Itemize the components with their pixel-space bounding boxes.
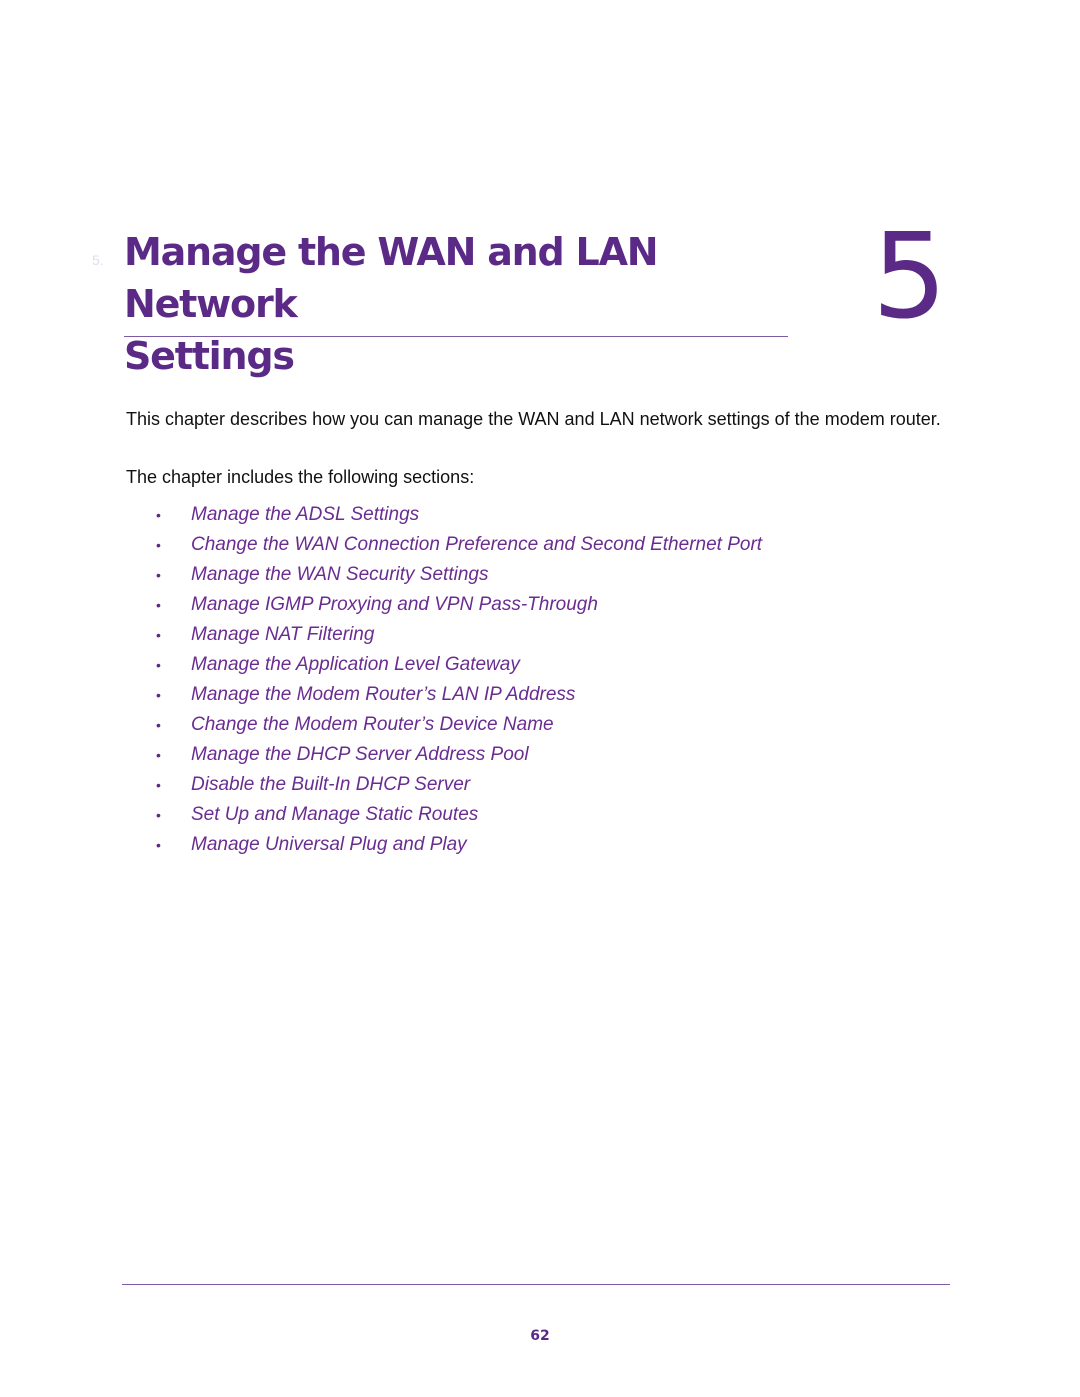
chapter-number: 5 (872, 207, 948, 345)
chapter-title-line-2: Settings (124, 334, 295, 378)
section-link-device-name[interactable]: Change the Modem Router’s Device Name (191, 712, 554, 738)
section-link-adsl-settings[interactable]: Manage the ADSL Settings (191, 502, 419, 528)
section-link-lan-ip[interactable]: Manage the Modem Router’s LAN IP Address (191, 682, 575, 708)
section-link-static-routes[interactable]: Set Up and Manage Static Routes (191, 802, 478, 828)
list-item: • Manage the WAN Security Settings (156, 560, 762, 590)
bullet-icon: • (156, 807, 161, 823)
section-link-wan-security[interactable]: Manage the WAN Security Settings (191, 562, 488, 588)
list-item: • Disable the Built-In DHCP Server (156, 770, 762, 800)
list-item: • Manage the DHCP Server Address Pool (156, 740, 762, 770)
section-link-dhcp-pool[interactable]: Manage the DHCP Server Address Pool (191, 742, 529, 768)
section-link-disable-dhcp[interactable]: Disable the Built-In DHCP Server (191, 772, 470, 798)
bullet-icon: • (156, 837, 161, 853)
section-link-wan-connection-preference[interactable]: Change the WAN Connection Preference and… (191, 532, 762, 558)
title-divider (124, 336, 788, 337)
bullet-icon: • (156, 717, 161, 733)
list-item: • Set Up and Manage Static Routes (156, 800, 762, 830)
section-link-nat-filtering[interactable]: Manage NAT Filtering (191, 622, 374, 648)
bullet-icon: • (156, 507, 161, 523)
section-list: • Manage the ADSL Settings • Change the WA… (156, 500, 762, 860)
list-item: • Manage the ADSL Settings (156, 500, 762, 530)
bullet-icon: • (156, 747, 161, 763)
bullet-icon: • (156, 537, 161, 553)
list-item: • Manage IGMP Proxying and VPN Pass-Throu… (156, 590, 762, 620)
section-link-upnp[interactable]: Manage Universal Plug and Play (191, 832, 467, 858)
intro-paragraph: This chapter describes how you can manag… (126, 409, 941, 429)
bullet-icon: • (156, 627, 161, 643)
section-link-alg[interactable]: Manage the Application Level Gateway (191, 652, 520, 678)
includes-paragraph: The chapter includes the following secti… (126, 467, 475, 487)
chapter-title: Manage the WAN and LAN Network Settings (124, 226, 804, 382)
list-item: • Manage the Application Level Gateway (156, 650, 762, 680)
bullet-icon: • (156, 657, 161, 673)
bullet-icon: • (156, 597, 161, 613)
list-item: • Manage Universal Plug and Play (156, 830, 762, 860)
footer-divider (122, 1284, 950, 1285)
bullet-icon: • (156, 687, 161, 703)
list-item: • Manage NAT Filtering (156, 620, 762, 650)
section-link-igmp-vpn[interactable]: Manage IGMP Proxying and VPN Pass-Throug… (191, 592, 598, 618)
list-item: • Change the Modem Router’s Device Name (156, 710, 762, 740)
bullet-icon: • (156, 567, 161, 583)
list-item: • Change the WAN Connection Preference an… (156, 530, 762, 560)
bullet-icon: • (156, 777, 161, 793)
list-item: • Manage the Modem Router’s LAN IP Addres… (156, 680, 762, 710)
chapter-title-line-1: Manage the WAN and LAN Network (124, 230, 659, 326)
chapter-number-marker: 5. (92, 252, 104, 268)
page-number: 62 (530, 1328, 550, 1344)
